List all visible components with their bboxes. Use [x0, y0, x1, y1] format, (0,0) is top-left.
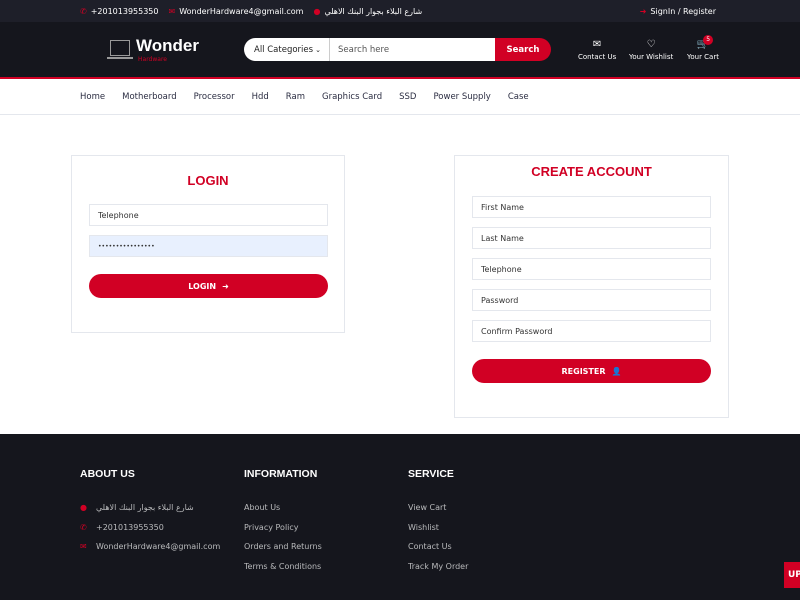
top-bar: ✆ +201013955350 ✉ WonderHardware4@gmail.co…	[0, 0, 800, 22]
signin-register-link[interactable]: ➜ SignIn / Register	[640, 0, 716, 22]
envelope-icon: ✉	[168, 6, 176, 16]
main-nav: Home Motherboard Processor Hdd Ram Graph…	[0, 79, 800, 115]
footer-information-title: INFORMATION	[244, 468, 318, 480]
footer-link-orders[interactable]: Orders and Returns	[244, 537, 322, 557]
footer: ABOUT US ● شارع البلاء بجوار البنك الاهلي…	[0, 434, 800, 600]
cart-link[interactable]: 🛒 5 Your Cart	[687, 35, 719, 61]
login-panel: LOGIN Telephone •••••••••••••••• LOGIN ➜	[71, 155, 345, 333]
nav-processor[interactable]: Processor	[194, 92, 235, 102]
footer-link-contact[interactable]: Contact Us	[408, 537, 468, 557]
footer-information: INFORMATION About Us Privacy Policy Orde…	[244, 468, 322, 576]
register-panel: CREATE ACCOUNT First Name Last Name Tele…	[454, 155, 729, 418]
top-email[interactable]: ✉ WonderHardware4@gmail.com	[168, 7, 303, 16]
password-input[interactable]: Password	[472, 289, 711, 311]
nav-case[interactable]: Case	[508, 92, 529, 102]
footer-link-view-cart[interactable]: View Cart	[408, 498, 468, 518]
sign-in-icon: ➜	[639, 6, 647, 16]
first-name-input[interactable]: First Name	[472, 196, 711, 218]
cart-icon: 🛒 5	[697, 35, 714, 51]
footer-link-about[interactable]: About Us	[244, 498, 322, 518]
footer-link-terms[interactable]: Terms & Conditions	[244, 557, 322, 577]
chevron-down-icon: ⌄	[315, 45, 321, 54]
logo[interactable]: Wonder Hardware	[107, 36, 199, 63]
footer-service: SERVICE View Cart Wishlist Contact Us Tr…	[408, 468, 468, 576]
cart-count-badge: 5	[703, 35, 714, 45]
footer-link-track[interactable]: Track My Order	[408, 557, 468, 577]
phone-icon: ✆	[80, 522, 87, 532]
nav-home[interactable]: Home	[80, 92, 105, 102]
search-form: All Categories ⌄ Search here Search	[244, 38, 551, 61]
nav-motherboard[interactable]: Motherboard	[122, 92, 177, 102]
map-marker-icon: ●	[80, 503, 87, 513]
footer-service-title: SERVICE	[408, 468, 454, 480]
heart-icon: ♡	[646, 39, 656, 50]
nav-hdd[interactable]: Hdd	[252, 92, 269, 102]
nav-power-supply[interactable]: Power Supply	[433, 92, 490, 102]
envelope-icon: ✉	[592, 39, 602, 50]
footer-link-privacy[interactable]: Privacy Policy	[244, 518, 322, 538]
login-telephone-input[interactable]: Telephone	[89, 204, 328, 226]
wishlist-link[interactable]: ♡ Your Wishlist	[629, 39, 673, 61]
laptop-icon	[107, 40, 133, 59]
map-marker-icon: ●	[313, 6, 321, 16]
sign-in-icon: ➜	[222, 281, 229, 291]
logo-sub: Hardware	[138, 56, 167, 63]
user-icon: 👤	[611, 366, 622, 376]
login-password-input[interactable]: ••••••••••••••••	[89, 235, 328, 257]
footer-email[interactable]: ✉ WonderHardware4@gmail.com	[80, 537, 220, 557]
envelope-icon: ✉	[80, 542, 87, 552]
footer-about: ABOUT US ● شارع البلاء بجوار البنك الاهلي…	[80, 468, 220, 557]
footer-about-title: ABOUT US	[80, 468, 135, 480]
confirm-password-input[interactable]: Confirm Password	[472, 320, 711, 342]
phone-icon: ✆	[80, 6, 87, 16]
register-title: CREATE ACCOUNT	[531, 164, 652, 179]
scroll-up-button[interactable]: UP	[784, 562, 800, 588]
nav-ram[interactable]: Ram	[286, 92, 305, 102]
register-button[interactable]: REGISTER 👤	[472, 359, 711, 383]
header: Wonder Hardware All Categories ⌄ Search h…	[0, 22, 800, 79]
category-select[interactable]: All Categories ⌄	[244, 38, 330, 61]
footer-link-wishlist[interactable]: Wishlist	[408, 518, 468, 538]
top-phone[interactable]: ✆ +201013955350	[80, 7, 158, 16]
nav-ssd[interactable]: SSD	[399, 92, 416, 102]
login-title: LOGIN	[187, 173, 229, 188]
logo-name: Wonder	[136, 36, 199, 55]
top-address[interactable]: ● شارع البلاء بجوار البنك الاهلي	[313, 7, 422, 16]
nav-graphics-card[interactable]: Graphics Card	[322, 92, 382, 102]
telephone-input[interactable]: Telephone	[472, 258, 711, 280]
footer-address: ● شارع البلاء بجوار البنك الاهلي	[80, 503, 194, 513]
login-button[interactable]: LOGIN ➜	[89, 274, 328, 298]
contact-link[interactable]: ✉ Contact Us	[578, 39, 616, 61]
last-name-input[interactable]: Last Name	[472, 227, 711, 249]
footer-phone[interactable]: ✆ +201013955350	[80, 518, 220, 538]
search-button[interactable]: Search	[495, 38, 551, 61]
search-input[interactable]: Search here	[330, 38, 495, 61]
